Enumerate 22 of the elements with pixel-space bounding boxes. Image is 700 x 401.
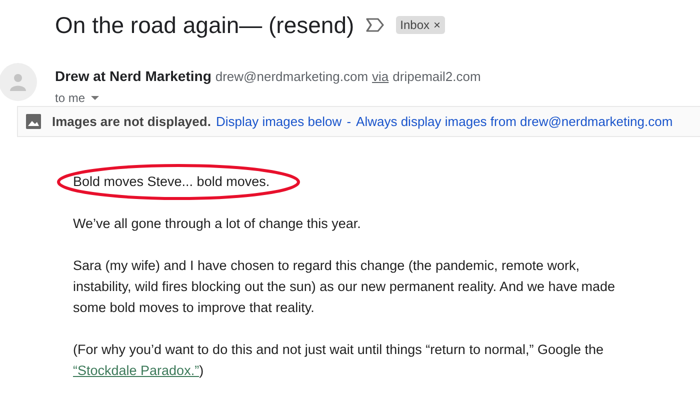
closing-parenthesis: ) [199, 363, 204, 378]
sender-name: Drew at Nerd Marketing [55, 67, 212, 86]
email-subject: On the road again— (resend) [55, 10, 354, 40]
display-images-link[interactable]: Display images below [216, 112, 342, 132]
body-paragraph: Sara (my wife) and I have chosen to regard this change (the pandemic, remote work, instability, wild fires blocking out the sun) as our new permanent reality. And we have made some bold moves to improve that reality. [73, 257, 616, 317]
importance-marker-icon[interactable] [366, 18, 384, 32]
via-link[interactable]: via [372, 67, 389, 86]
avatar [0, 63, 37, 101]
body-paragraph: We’ve all gone through a lot of change this year. [73, 215, 362, 233]
via-domain: dripemail2.com [392, 68, 481, 86]
sender-email: drew@nerdmarketing.com [215, 68, 368, 86]
separator-text: - [346, 112, 352, 131]
body-paragraph: (For why you’d want to do this and not just wait until things “return to normal,” Google the [73, 342, 604, 357]
recipient-dropdown[interactable]: to me [55, 89, 100, 107]
image-icon [26, 114, 41, 129]
remove-label-button[interactable]: × [434, 16, 441, 34]
body-paragraph: Bold moves Steve... bold moves. [73, 173, 270, 191]
stockdale-link[interactable]: “Stockdale Paradox.” [73, 363, 200, 378]
banner-message: Images are not displayed. [52, 112, 211, 131]
always-display-link[interactable]: Always display images from drew@nerdmarketing.com [356, 112, 673, 132]
label-text: Inbox [400, 17, 430, 34]
caret-icon [91, 96, 100, 100]
